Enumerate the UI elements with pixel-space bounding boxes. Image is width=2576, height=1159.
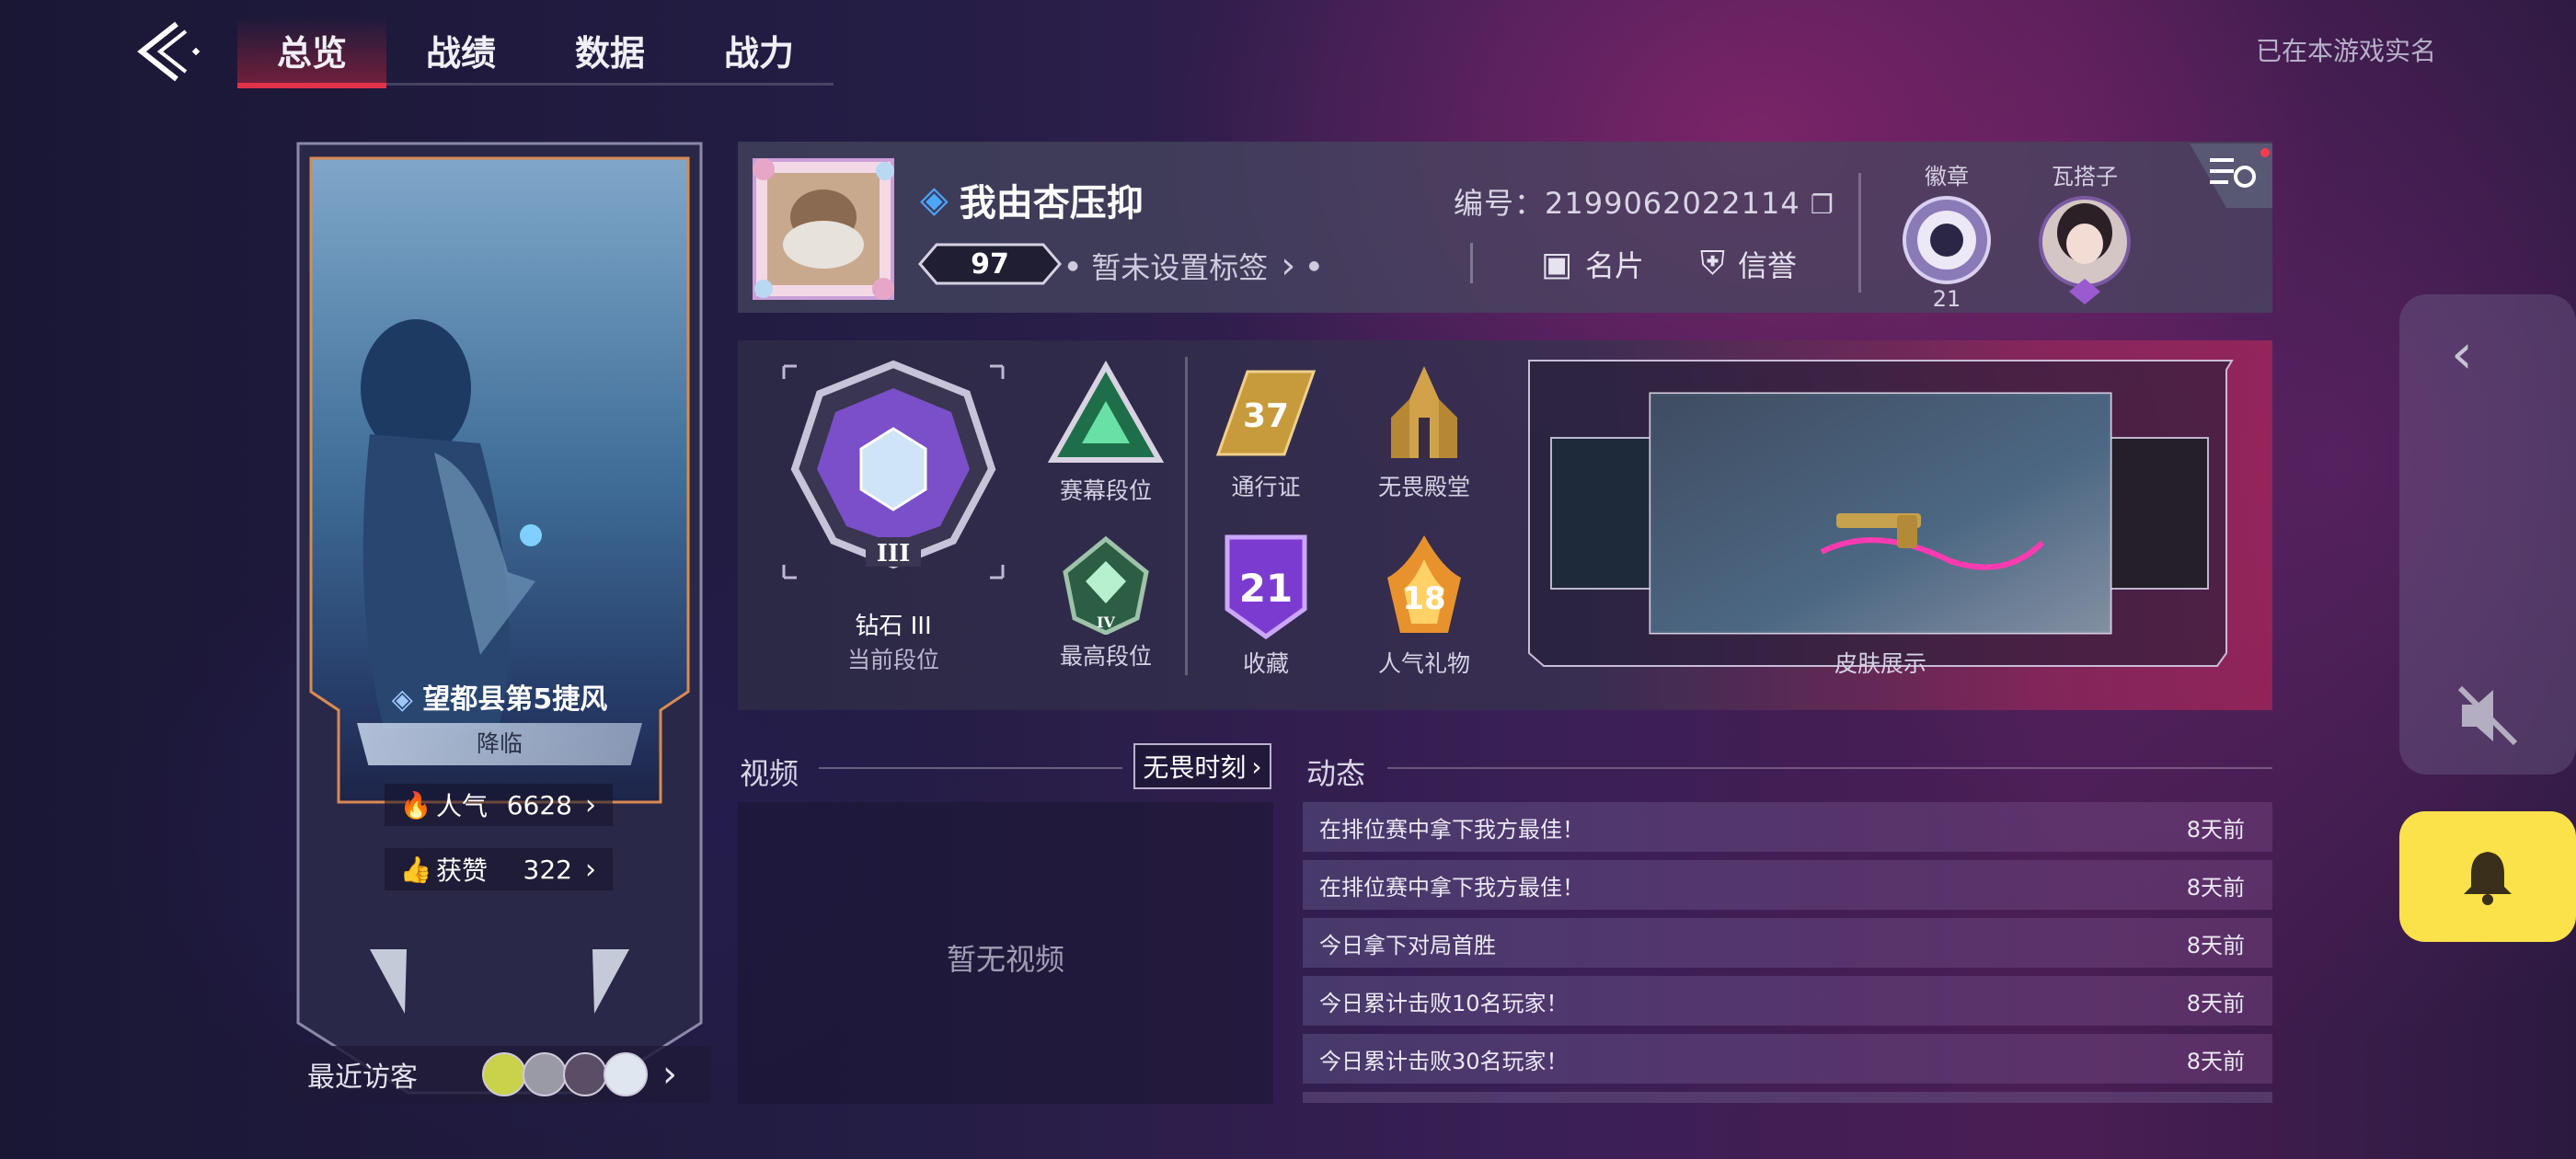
feed-item-partial	[1303, 1092, 2272, 1103]
current-rank-name: 钻石 III	[855, 613, 932, 640]
main-tabs: 总览 战绩 数据 战力	[237, 17, 834, 88]
level-badge: 97	[918, 243, 1062, 285]
popularity-chip[interactable]: 🔥 人气 6628 ›	[385, 784, 613, 826]
chevron-right-icon: ›	[585, 853, 596, 886]
svg-text:III: III	[877, 540, 911, 568]
back-button[interactable]	[129, 18, 212, 85]
tab-power[interactable]: 战力	[684, 17, 834, 83]
thumbs-up-icon: 👍	[399, 854, 432, 885]
current-rank-caption: 当前段位	[846, 647, 939, 673]
collapse-button[interactable]: ‹	[2451, 322, 2473, 386]
credit-button[interactable]: ⛨ 信誉	[1700, 243, 1797, 285]
feed-item[interactable]: 今日累计击败10名玩家！ 8天前	[1303, 976, 2272, 1026]
title-tag: 降临	[357, 723, 642, 765]
collection-shield-icon: 21	[1225, 534, 1307, 640]
recent-visitors[interactable]: 最近访客 ›	[287, 1046, 710, 1103]
floating-side-panel: ‹	[2399, 294, 2576, 775]
name-card-button[interactable]: ▣ 名片	[1541, 243, 1644, 285]
badge-section[interactable]: 徽章 21	[1892, 158, 2002, 312]
visitor-avatar[interactable]	[523, 1052, 567, 1096]
badge-emblem	[1903, 196, 1991, 284]
hall-tower-icon	[1391, 366, 1457, 458]
visitor-avatar[interactable]	[563, 1052, 607, 1096]
copy-icon[interactable]: ❐	[1811, 189, 1834, 220]
player-name: 我由杏压抑	[959, 182, 1144, 224]
rank-diamond-icon: ◈	[391, 683, 413, 716]
shield-check-icon: ⛨	[1700, 245, 1726, 282]
likes-chip[interactable]: 👍 获赞 322 ›	[385, 848, 613, 890]
popularity-gift-item[interactable]: 18 人气礼物	[1369, 532, 1479, 679]
svg-text:21: 21	[1239, 566, 1293, 611]
flame-crown-icon: 18	[1387, 535, 1461, 633]
svg-text:37: 37	[1243, 397, 1289, 435]
level-value: 97	[971, 248, 1009, 281]
visitor-avatar[interactable]	[604, 1052, 648, 1096]
valorant-moments-button[interactable]: 无畏时刻 ›	[1133, 743, 1271, 789]
feed-item[interactable]: 今日拿下对局首胜 8天前	[1303, 918, 2272, 968]
buddy-avatar	[2039, 196, 2131, 304]
highest-rank-item[interactable]: IV 最高段位	[1054, 534, 1157, 671]
current-rank-emblem[interactable]: III	[778, 357, 1008, 587]
pass-ticket-icon: 37	[1215, 370, 1317, 456]
videos-title: 视频	[740, 756, 799, 791]
visitor-avatar[interactable]	[482, 1052, 526, 1096]
skin-showcase-label: 皮肤展示	[1834, 650, 1926, 677]
back-arrow-icon	[137, 21, 201, 82]
tab-data[interactable]: 数据	[535, 17, 684, 83]
player-avatar[interactable]	[747, 153, 900, 305]
settings-list-icon	[2190, 143, 2272, 208]
feed-item[interactable]: 今日累计击败30名玩家！ 8天前	[1303, 1034, 2272, 1084]
highest-rank-emblem: IV	[1063, 535, 1149, 636]
notification-button[interactable]	[2399, 811, 2576, 942]
feed-item[interactable]: 在排位赛中拿下我方最佳！ 8天前	[1303, 860, 2272, 910]
tab-overview[interactable]: 总览	[237, 17, 386, 88]
player-name-row: ◈ 我由杏压抑	[920, 173, 1144, 226]
agent-showcase-card[interactable]	[296, 140, 703, 1098]
tab-records[interactable]: 战绩	[386, 17, 535, 83]
player-id: 编号：2199062022114 ❐	[1454, 186, 1834, 221]
realname-notice: 已在本游戏实名	[2255, 36, 2436, 66]
collection-item[interactable]: 21 收藏	[1211, 532, 1321, 679]
skin-showcase[interactable]	[1527, 359, 2234, 668]
season-rank-item[interactable]: 赛幕段位	[1045, 360, 1167, 506]
flame-icon: 🔥	[399, 789, 432, 820]
bell-icon	[2464, 852, 2512, 905]
battle-pass-item[interactable]: 37 通行证	[1211, 362, 1321, 502]
id-card-icon: ▣	[1541, 245, 1573, 283]
tagline-button[interactable]: ● 暂未设置标签 › ●	[1067, 245, 1319, 287]
svg-text:18: 18	[1402, 580, 1445, 617]
buddy-section[interactable]: 瓦搭子	[2030, 158, 2140, 310]
rank-diamond-icon: ◈	[920, 178, 949, 221]
mute-icon[interactable]	[2453, 681, 2523, 751]
feeds-title: 动态	[1306, 756, 1366, 791]
hall-of-fame-item[interactable]: 无畏殿堂	[1369, 362, 1479, 502]
chevron-right-icon: ›	[662, 1053, 677, 1096]
season-triangle-icon	[1047, 360, 1165, 463]
player-title: ◈ 望都县第5捷风	[391, 683, 608, 716]
display-settings-button[interactable]	[2190, 143, 2272, 208]
no-video-text: 暂无视频	[946, 942, 1064, 977]
chevron-right-icon: ›	[585, 788, 596, 821]
feed-item[interactable]: 在排位赛中拿下我方最佳！ 8天前	[1303, 802, 2272, 852]
svg-text:IV: IV	[1097, 614, 1115, 631]
chevron-right-icon: ›	[1281, 245, 1296, 287]
chevron-right-icon: ›	[1251, 751, 1262, 782]
